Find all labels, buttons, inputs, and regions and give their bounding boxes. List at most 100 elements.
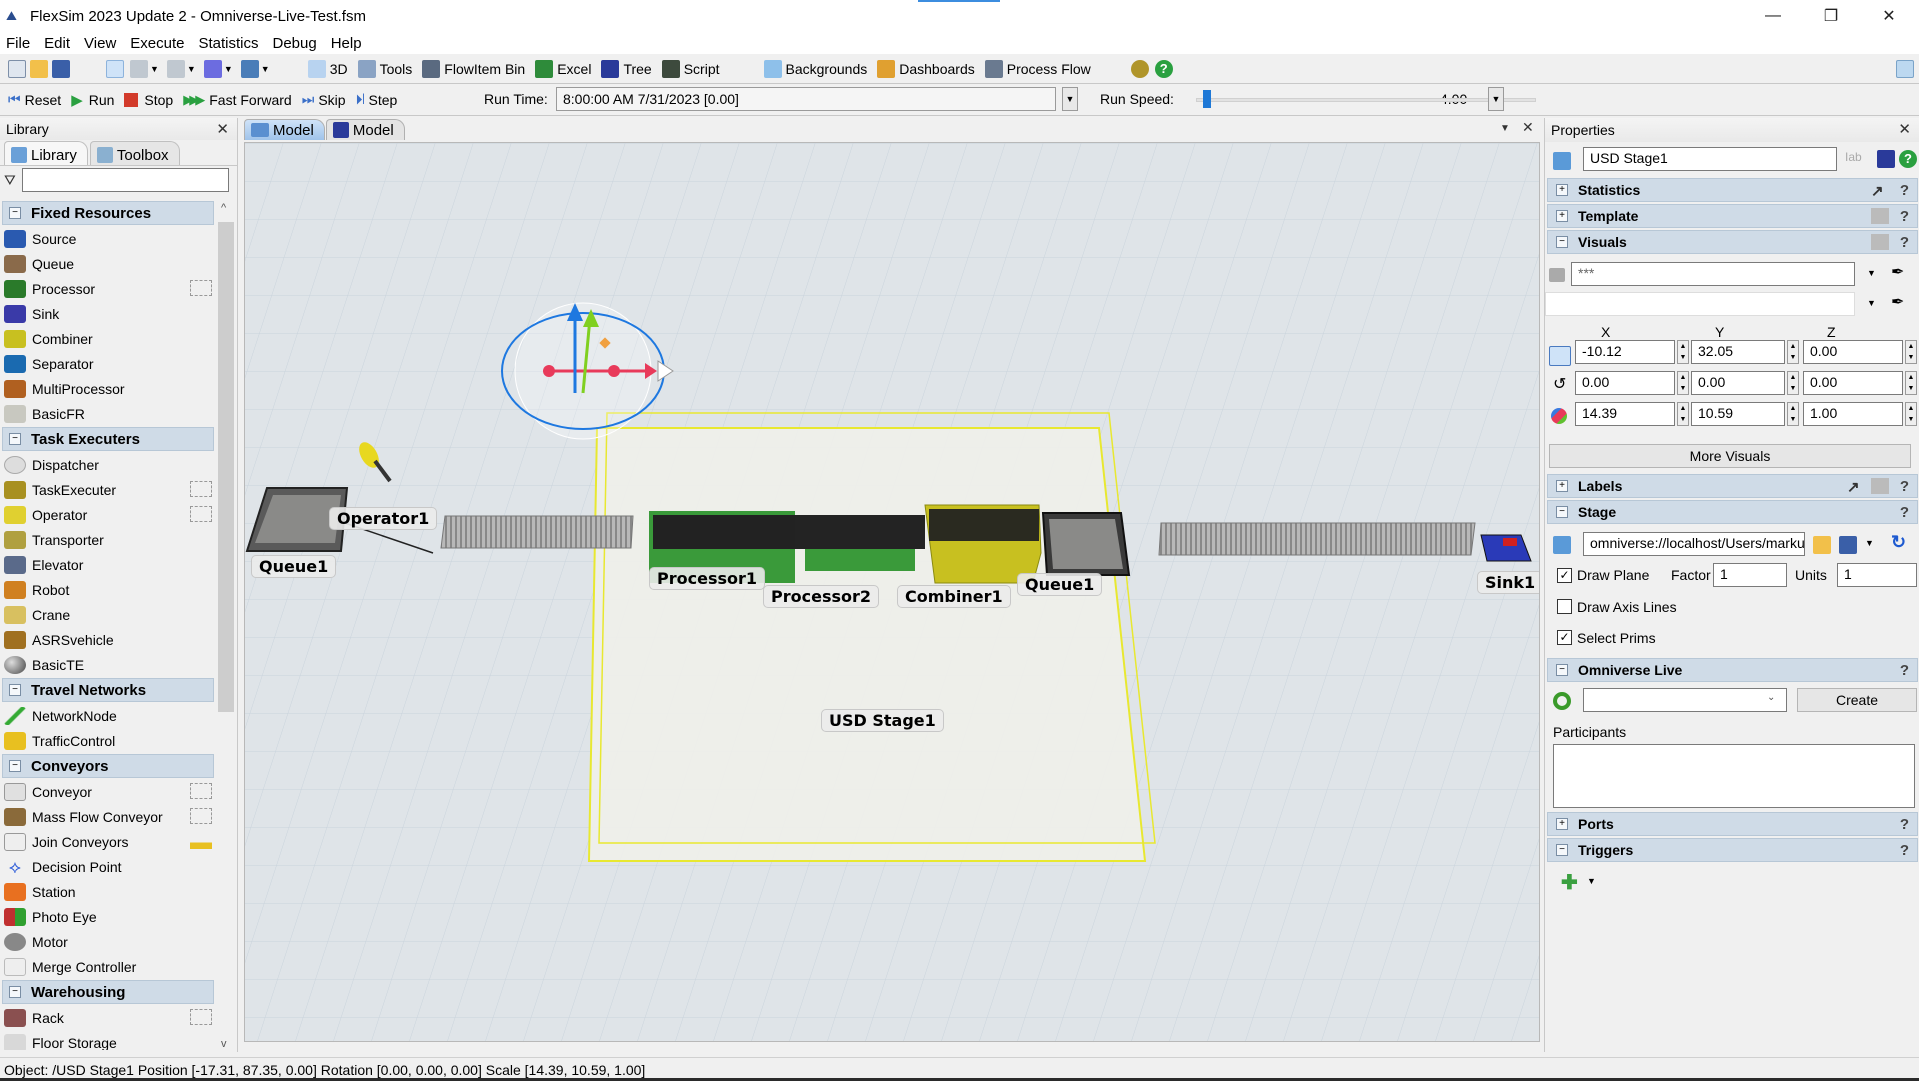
menu-statistics[interactable]: Statistics: [198, 35, 258, 52]
refresh-icon[interactable]: ↻: [1891, 532, 1906, 553]
drag-create-icon[interactable]: [190, 1009, 212, 1025]
category-task-executers[interactable]: −Task Executers: [2, 427, 214, 451]
drag-create-icon[interactable]: [190, 808, 212, 824]
library-item-motor[interactable]: Motor: [0, 929, 216, 954]
close-icon[interactable]: ✕: [216, 120, 229, 138]
section-omniverse-live[interactable]: −Omniverse Live?: [1547, 658, 1918, 682]
pencil-icon[interactable]: [190, 833, 212, 849]
menu-edit[interactable]: Edit: [44, 35, 70, 52]
run-time-field[interactable]: 8:00:00 AM 7/31/2023 [0.00]: [556, 87, 1056, 111]
toolbar-process-flow-button[interactable]: Process Flow: [985, 60, 1091, 78]
tab-library[interactable]: Library: [4, 141, 88, 165]
drag-create-icon[interactable]: [190, 481, 212, 497]
gear-icon[interactable]: [1131, 60, 1149, 78]
library-item-join-conveyors[interactable]: Join Conveyors: [0, 829, 216, 854]
run-time-dropdown[interactable]: ▼: [1062, 87, 1078, 111]
menu-help[interactable]: Help: [331, 35, 362, 52]
position-x-spinner[interactable]: ▲▼: [1677, 340, 1689, 364]
library-item-robot[interactable]: Robot: [0, 577, 216, 602]
factor-field[interactable]: 1: [1713, 563, 1787, 587]
create-object-icon[interactable]: [204, 60, 222, 78]
position-z-spinner[interactable]: ▲▼: [1905, 340, 1917, 364]
menu-file[interactable]: File: [6, 35, 30, 52]
run-button[interactable]: ▶Run: [71, 91, 114, 109]
rotation-x-spinner[interactable]: ▲▼: [1677, 371, 1689, 395]
library-item-combiner[interactable]: Combiner: [0, 326, 216, 351]
position-z-field[interactable]: 0.00: [1803, 340, 1903, 364]
chevron-down-icon[interactable]: ▼: [224, 64, 233, 74]
toolbar-backgrounds-button[interactable]: Backgrounds: [764, 60, 868, 78]
library-item-decision-point[interactable]: ⟡Decision Point: [0, 854, 216, 879]
library-item-basicte[interactable]: BasicTE: [0, 652, 216, 677]
library-item-basicfr[interactable]: BasicFR: [0, 401, 216, 426]
pin-arrow-icon[interactable]: ↗: [1871, 182, 1889, 198]
library-item-floor-storage[interactable]: Floor Storage: [0, 1030, 216, 1050]
library-item-dispatcher[interactable]: Dispatcher: [0, 452, 216, 477]
shape-dropdown[interactable]: ▼: [1867, 268, 1876, 278]
close-icon[interactable]: ✕: [1898, 120, 1911, 138]
menu-debug[interactable]: Debug: [273, 35, 317, 52]
library-item-photo-eye[interactable]: Photo Eye: [0, 904, 216, 929]
eyedropper-icon[interactable]: ✒: [1891, 292, 1904, 312]
minimize-button[interactable]: —: [1744, 0, 1802, 32]
participants-list[interactable]: [1553, 744, 1915, 808]
chevron-down-icon[interactable]: ▼: [150, 64, 159, 74]
library-scrollbar[interactable]: ^ v: [216, 200, 236, 1052]
rotation-x-field[interactable]: 0.00: [1575, 371, 1675, 395]
library-filter-input[interactable]: [22, 168, 229, 192]
drag-create-icon[interactable]: [190, 506, 212, 522]
library-item-elevator[interactable]: Elevator: [0, 552, 216, 577]
rotation-z-field[interactable]: 0.00: [1803, 371, 1903, 395]
more-visuals-button[interactable]: More Visuals: [1549, 444, 1911, 468]
conveyor-1-model[interactable]: [441, 516, 633, 548]
section-triggers[interactable]: −Triggers?: [1547, 838, 1918, 862]
library-item-transporter[interactable]: Transporter: [0, 527, 216, 552]
select-prims-checkbox[interactable]: ✓: [1557, 630, 1572, 645]
shape2-dropdown[interactable]: ▼: [1867, 298, 1876, 308]
shape-field[interactable]: ***: [1571, 262, 1855, 286]
scale-x-field[interactable]: 14.39: [1575, 402, 1675, 426]
chevron-down-icon[interactable]: ⌄: [1767, 692, 1775, 703]
toolbar-tools-button[interactable]: Tools: [358, 60, 413, 78]
connect-objects-icon[interactable]: [130, 60, 148, 78]
scale-z-spinner[interactable]: ▲▼: [1905, 402, 1917, 426]
library-item-conveyor[interactable]: Conveyor: [0, 779, 216, 804]
skip-button[interactable]: ⏭Skip: [302, 91, 346, 108]
menu-execute[interactable]: Execute: [130, 35, 184, 52]
new-model-icon[interactable]: [8, 60, 26, 78]
run-speed-slider-thumb[interactable]: [1203, 90, 1211, 108]
section-labels[interactable]: +Labels↗?: [1547, 474, 1918, 498]
draw-plane-checkbox[interactable]: ✓: [1557, 568, 1572, 583]
template-icon[interactable]: [1871, 478, 1889, 494]
processor2-belt[interactable]: [795, 515, 925, 549]
open-folder-icon[interactable]: [1813, 536, 1831, 554]
help-icon[interactable]: ?: [1899, 150, 1917, 168]
select-mode-icon[interactable]: [106, 60, 124, 78]
chevron-down-icon[interactable]: ▼: [187, 64, 196, 74]
section-ports[interactable]: +Ports?: [1547, 812, 1918, 836]
open-folder-icon[interactable]: [30, 60, 48, 78]
library-item-merge-controller[interactable]: Merge Controller: [0, 954, 216, 979]
help-icon[interactable]: ?: [1900, 504, 1909, 521]
drag-create-icon[interactable]: [190, 783, 212, 799]
text-edit-icon[interactable]: Iab: [1845, 150, 1862, 164]
section-template[interactable]: +Template?: [1547, 204, 1918, 228]
section-statistics[interactable]: +Statistics↗?: [1547, 178, 1918, 202]
toolbar-flowitem-bin-button[interactable]: FlowItem Bin: [422, 60, 525, 78]
menu-view[interactable]: View: [84, 35, 116, 52]
library-item-source[interactable]: Source: [0, 226, 216, 251]
library-item-networknode[interactable]: NetworkNode: [0, 703, 216, 728]
toolbar-script-button[interactable]: Script: [662, 60, 720, 78]
eyedropper-icon[interactable]: ✒: [1891, 262, 1904, 282]
scroll-down-icon[interactable]: v: [221, 1038, 227, 1050]
template-icon[interactable]: [1871, 234, 1889, 250]
processor2-model[interactable]: [805, 549, 915, 571]
view-menu-dropdown[interactable]: ▼: [1500, 123, 1510, 134]
step-button[interactable]: ⏵❘Step: [356, 91, 398, 108]
help-icon[interactable]: ?: [1155, 60, 1173, 78]
library-item-sink[interactable]: Sink: [0, 301, 216, 326]
category-fixed-resources[interactable]: −Fixed Resources: [2, 201, 214, 225]
position-y-spinner[interactable]: ▲▼: [1787, 340, 1799, 364]
connect-center-icon[interactable]: [167, 60, 185, 78]
category-travel-networks[interactable]: −Travel Networks: [2, 678, 214, 702]
